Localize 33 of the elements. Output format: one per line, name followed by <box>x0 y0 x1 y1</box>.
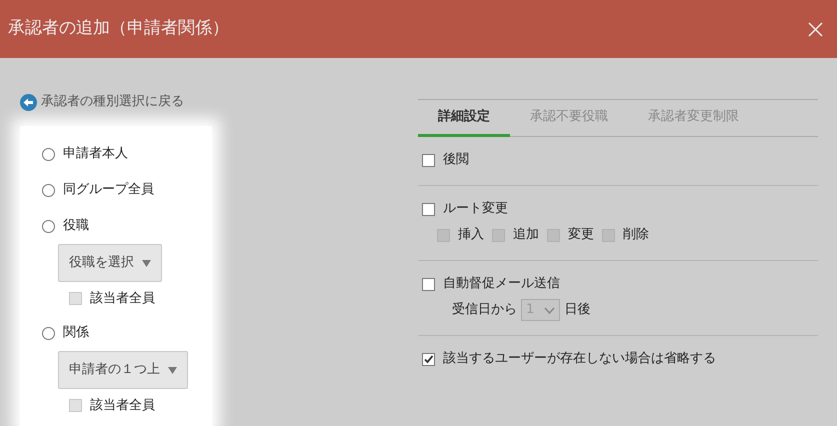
delay-label: 受信日から <box>452 301 517 320</box>
radio-button[interactable] <box>42 220 55 232</box>
checkbox[interactable] <box>422 154 435 166</box>
dropdown[interactable]: 申請者の１つ上 <box>58 351 188 389</box>
checkbox-label: 該当するユーザーが存在しない場合は省略する <box>443 350 716 368</box>
option-label: 関係 <box>63 324 89 342</box>
radio-button[interactable] <box>42 148 55 160</box>
checkbox-label: 追加 <box>513 226 539 244</box>
option-label: 同グループ全員 <box>63 181 154 200</box>
dialog-title: 承認者の追加（申請者関係） <box>8 17 229 40</box>
option-label: 申請者本人 <box>63 145 128 164</box>
radio-button[interactable] <box>42 184 55 196</box>
chevron-icon <box>544 306 556 314</box>
caret-icon <box>168 366 177 374</box>
checkbox-label: 自動督促メール送信 <box>443 275 560 294</box>
option-label: 役職 <box>63 217 89 236</box>
checkbox[interactable] <box>422 202 435 216</box>
checkbox-label: 後閲 <box>443 151 469 170</box>
close-icon[interactable] <box>808 22 823 36</box>
checkbox-label: 削除 <box>623 226 649 244</box>
back-link[interactable]: 承認者の種別選択に戻る <box>41 92 184 112</box>
checkbox-label: ルート変更 <box>443 200 508 218</box>
delay-unit: 日後 <box>564 301 590 320</box>
checkbox-label: 挿入 <box>458 226 484 244</box>
tab[interactable]: 詳細設定 <box>418 100 510 137</box>
checkbox-label: 変更 <box>568 226 594 244</box>
caret-icon <box>142 260 151 266</box>
checkbox[interactable] <box>422 278 435 290</box>
radio-button[interactable] <box>42 326 55 340</box>
checkbox-label: 該当者全員 <box>90 396 155 415</box>
checkbox[interactable] <box>422 352 435 366</box>
dropdown[interactable]: 役職を選択 <box>58 244 162 282</box>
checkbox-label: 該当者全員 <box>90 290 155 308</box>
